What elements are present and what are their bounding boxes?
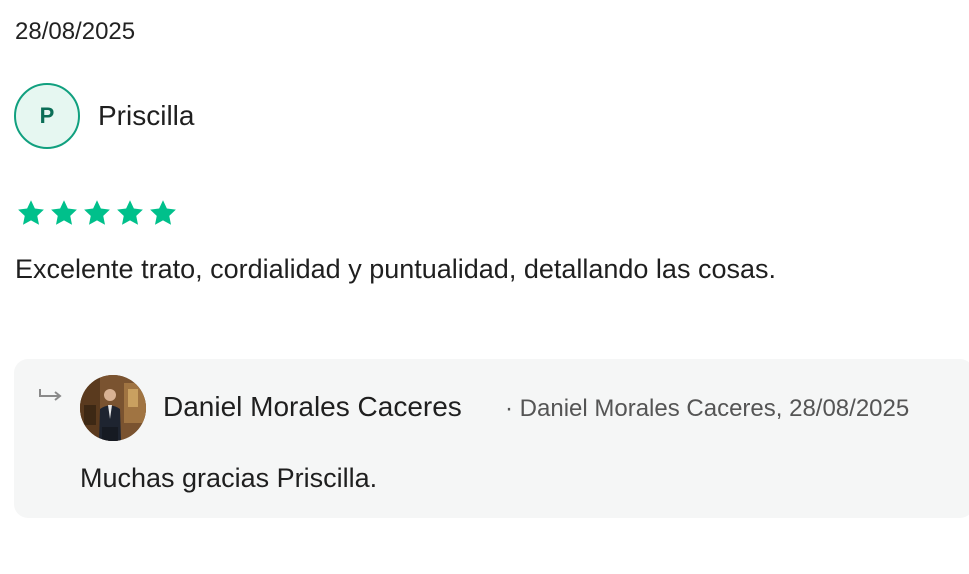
review-author: P Priscilla (14, 83, 194, 149)
star-icon (117, 200, 143, 225)
author-name: Priscilla (98, 100, 195, 131)
reply-text: Muchas gracias Priscilla. (80, 463, 378, 493)
review-card: 28/08/2025 P Priscilla Excelente trato, … (0, 0, 969, 574)
reply-arrow-icon (39, 389, 62, 401)
author-avatar: P (14, 83, 80, 149)
star-icon (150, 200, 176, 225)
review-date: 28/08/2025 (15, 18, 136, 45)
star-icon (18, 200, 44, 225)
owner-reply: Daniel Morales Caceres · Daniel Morales … (14, 359, 969, 518)
reply-meta: · Daniel Morales Caceres, 28/08/2025 (505, 395, 910, 422)
reply-author-avatar (80, 375, 146, 441)
avatar-photo (80, 375, 146, 441)
star-icon (84, 200, 110, 225)
review-text: Excelente trato, cordialidad y puntualid… (15, 254, 776, 284)
reply-author-name: Daniel Morales Caceres (163, 391, 462, 422)
star-rating (16, 198, 178, 228)
star-icon (51, 200, 77, 225)
